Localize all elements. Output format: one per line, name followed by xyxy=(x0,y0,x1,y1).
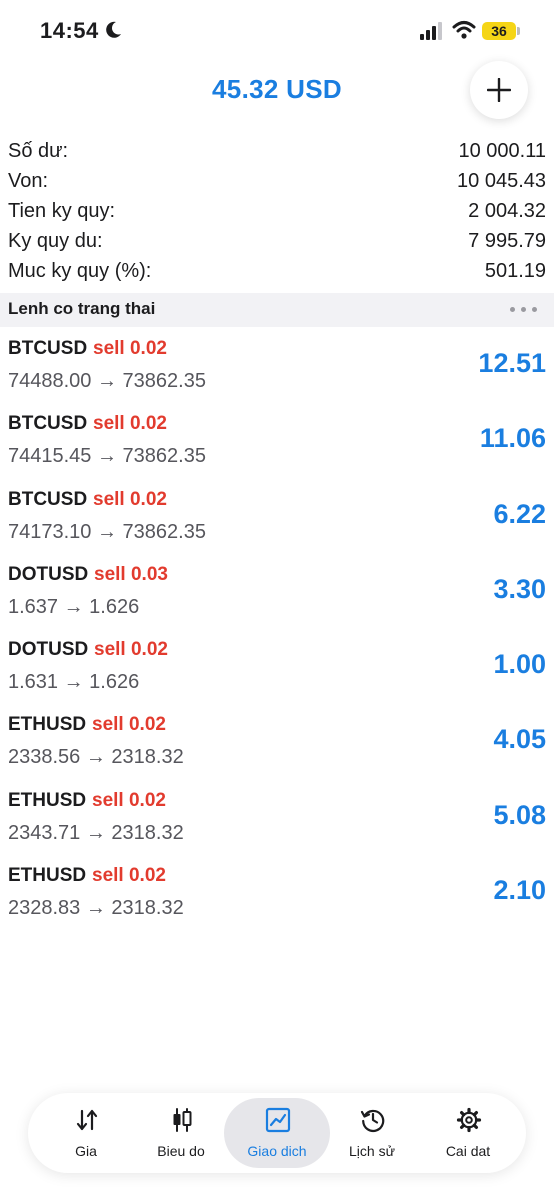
position-profit: 4.05 xyxy=(493,724,546,755)
position-profit: 6.22 xyxy=(493,498,546,529)
section-title: Lenh co trang thai xyxy=(8,299,156,318)
position-row[interactable]: BTCUSD sell 0.02 74488.00 → 73862.35 12.51 xyxy=(0,331,554,406)
tab-quotes[interactable]: Gia xyxy=(38,1093,134,1173)
position-symbol: BTCUSD xyxy=(8,413,88,435)
summary-row-margin: Tien ky quy: 2 004.32 xyxy=(0,197,554,227)
position-prices: 2343.71 → 2318.32 xyxy=(8,821,184,844)
position-symbol: DOTUSD xyxy=(8,639,89,661)
position-row[interactable]: BTCUSD sell 0.02 74415.45 → 73862.35 11.06 xyxy=(0,406,554,481)
status-time: 14:54 xyxy=(40,18,99,43)
position-side: sell 0.02 xyxy=(94,639,168,661)
position-row[interactable]: DOTUSD sell 0.03 1.637 → 1.626 3.30 xyxy=(0,557,554,632)
positions-list: BTCUSD sell 0.02 74488.00 → 73862.35 12.51 B… xyxy=(0,331,554,933)
position-prices: 1.637 → 1.626 xyxy=(8,595,140,618)
tab-label: Bieu do xyxy=(157,1143,205,1159)
position-symbol: BTCUSD xyxy=(8,488,88,510)
summary-row-margin-level: Muc ky quy (%): 501.19 xyxy=(0,257,554,287)
position-prices: 74173.10 → 73862.35 xyxy=(8,520,206,543)
gear-icon xyxy=(456,1107,482,1133)
position-prices: 74415.45 → 73862.35 xyxy=(8,445,206,468)
position-row[interactable]: ETHUSD sell 0.02 2328.83 → 2318.32 2.10 xyxy=(0,858,554,933)
position-symbol: DOTUSD xyxy=(8,563,89,585)
tab-history[interactable]: Lịch sử xyxy=(324,1093,420,1173)
battery-indicator: 36 xyxy=(482,22,516,40)
plus-icon xyxy=(487,78,511,102)
summary-row-equity: Von: 10 045.43 xyxy=(0,167,554,197)
positions-section-header: Lenh co trang thai xyxy=(0,293,554,327)
position-row[interactable]: ETHUSD sell 0.02 2338.56 → 2318.32 4.05 xyxy=(0,707,554,782)
status-bar: 14:54 36 xyxy=(0,0,554,64)
wifi-icon xyxy=(452,21,476,39)
position-profit: 5.08 xyxy=(493,799,546,830)
position-symbol: ETHUSD xyxy=(8,714,87,736)
position-symbol: ETHUSD xyxy=(8,789,87,811)
summary-value: 10 000.11 xyxy=(458,140,547,162)
summary-label: Ky quy du: xyxy=(8,230,103,252)
tab-label: Gia xyxy=(75,1143,97,1159)
trade-chart-icon xyxy=(265,1107,291,1133)
add-order-button[interactable] xyxy=(470,61,528,119)
position-profit: 3.30 xyxy=(493,573,546,604)
position-side: sell 0.03 xyxy=(94,563,168,585)
summary-row-balance: Số dư: 10 000.11 xyxy=(0,137,554,167)
candlestick-icon xyxy=(173,1108,192,1132)
position-prices: 2328.83 → 2318.32 xyxy=(8,897,184,920)
position-side: sell 0.02 xyxy=(92,714,166,736)
summary-label: Von: xyxy=(8,170,49,192)
position-profit: 2.10 xyxy=(493,875,546,906)
position-side: sell 0.02 xyxy=(93,413,167,435)
position-prices: 74488.00 → 73862.35 xyxy=(8,370,206,392)
position-prices: 1.631 → 1.626 xyxy=(8,671,140,694)
position-profit: 11.06 xyxy=(479,423,546,454)
history-clock-icon xyxy=(360,1109,385,1133)
position-symbol: ETHUSD xyxy=(8,865,87,887)
summary-label: Tien ky quy: xyxy=(8,200,116,222)
position-side: sell 0.02 xyxy=(92,789,166,811)
summary-label: Số dư: xyxy=(8,140,69,162)
summary-row-free-margin: Ky quy du: 7 995.79 xyxy=(0,227,554,257)
tab-trade[interactable]: Giao dich xyxy=(229,1093,325,1173)
position-profit: 1.00 xyxy=(493,649,546,680)
summary-value: 10 045.43 xyxy=(457,170,546,192)
summary-value: 7 995.79 xyxy=(468,230,546,252)
position-side: sell 0.02 xyxy=(93,488,167,510)
position-row[interactable]: ETHUSD sell 0.02 2343.71 → 2318.32 5.08 xyxy=(0,783,554,858)
quotes-arrows-icon xyxy=(76,1109,98,1131)
tab-label: Cai dat xyxy=(445,1143,491,1159)
position-symbol: BTCUSD xyxy=(8,338,88,359)
account-summary: Số dư: 10 000.11 Von: 10 045.43 Tien ky … xyxy=(0,137,554,287)
position-row[interactable]: BTCUSD sell 0.02 74173.10 → 73862.35 6.22 xyxy=(0,482,554,557)
bottom-tab-bar: Gia Bieu do Giao dich Lịch sử Cai dat xyxy=(28,1093,526,1173)
position-side: sell 0.02 xyxy=(93,338,167,359)
summary-value: 2 004.32 xyxy=(468,200,546,222)
tab-charts[interactable]: Bieu do xyxy=(133,1093,229,1173)
battery-tip xyxy=(517,27,520,35)
moon-icon xyxy=(106,21,121,38)
more-dots-icon[interactable] xyxy=(510,301,538,317)
tab-label: Giao dich xyxy=(247,1143,307,1159)
position-prices: 2338.56 → 2318.32 xyxy=(8,746,184,769)
cellular-signal-icon xyxy=(420,22,442,40)
summary-label: Muc ky quy (%): xyxy=(8,260,152,282)
position-row[interactable]: DOTUSD sell 0.02 1.631 → 1.626 1.00 xyxy=(0,632,554,707)
tab-settings[interactable]: Cai dat xyxy=(420,1093,516,1173)
position-side: sell 0.02 xyxy=(92,865,166,887)
position-profit: 12.51 xyxy=(478,348,546,378)
tab-label: Lịch sử xyxy=(349,1143,395,1159)
summary-value: 501.19 xyxy=(484,260,546,282)
